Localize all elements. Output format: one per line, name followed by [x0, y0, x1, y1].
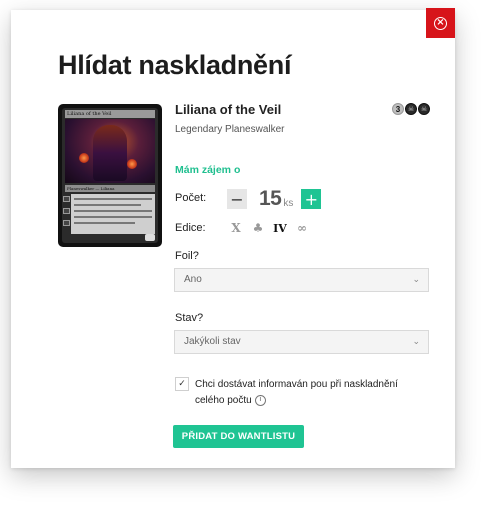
notify-checkbox-label: Chci dostávat informaván pou při nasklad…: [195, 379, 398, 406]
chevron-down-icon: ⌄: [412, 337, 420, 347]
condition-label: Stav?: [175, 312, 204, 324]
card-image-name: Liliana of the Veil: [65, 110, 155, 118]
foil-select-value: Ano: [184, 274, 202, 285]
add-to-wantlist-button[interactable]: PŘIDAT DO WANTLISTU: [173, 425, 304, 448]
close-button[interactable]: ×: [426, 8, 455, 38]
edition-x-icon[interactable]: X: [227, 219, 245, 237]
mana-generic-icon: 3: [392, 103, 404, 115]
chevron-down-icon: ⌄: [412, 275, 420, 285]
mana-black-skull-icon: ☠: [405, 103, 417, 115]
quantity-unit: ks: [283, 197, 294, 209]
edition-selector: X ♣ IV ∞: [227, 219, 311, 237]
foil-select[interactable]: Ano ⌄: [174, 268, 429, 292]
modal-title: Hlídat naskladnění: [58, 50, 292, 80]
condition-select-value: Jakýkoli stav: [184, 336, 241, 347]
edition-iv-icon[interactable]: IV: [271, 219, 289, 237]
card-image-type: Planeswalker — Liliana: [65, 185, 155, 192]
decrease-quantity-button[interactable]: −: [227, 189, 247, 209]
edition-tree-icon[interactable]: ♣: [249, 219, 267, 237]
quantity-value: 15: [259, 187, 282, 210]
edition-label: Edice:: [175, 222, 206, 234]
quantity-stepper: − 15 ks +: [227, 187, 322, 211]
info-icon[interactable]: i: [254, 394, 266, 406]
card-image: Liliana of the Veil Planeswalker — Lilia…: [58, 104, 162, 247]
card-name: Liliana of the Veil: [175, 102, 282, 117]
foil-label: Foil?: [175, 250, 199, 262]
mana-cost: 3 ☠ ☠: [392, 103, 430, 115]
notify-checkbox[interactable]: ✓: [175, 377, 189, 391]
increase-quantity-button[interactable]: +: [301, 189, 322, 209]
card-rules-text: [71, 194, 155, 234]
quantity-label: Počet:: [175, 192, 207, 204]
mana-black-skull-icon: ☠: [418, 103, 430, 115]
card-artwork: [65, 119, 155, 183]
watch-stock-modal: Hlídat naskladnění Liliana of the Veil P…: [11, 10, 455, 468]
close-circle-icon: ×: [434, 16, 447, 30]
card-type-line: Legendary Planeswalker: [175, 124, 285, 135]
edition-glasses-icon[interactable]: ∞: [293, 219, 311, 237]
condition-select[interactable]: Jakýkoli stav ⌄: [174, 330, 429, 354]
interest-heading: Mám zájem o: [175, 164, 241, 176]
